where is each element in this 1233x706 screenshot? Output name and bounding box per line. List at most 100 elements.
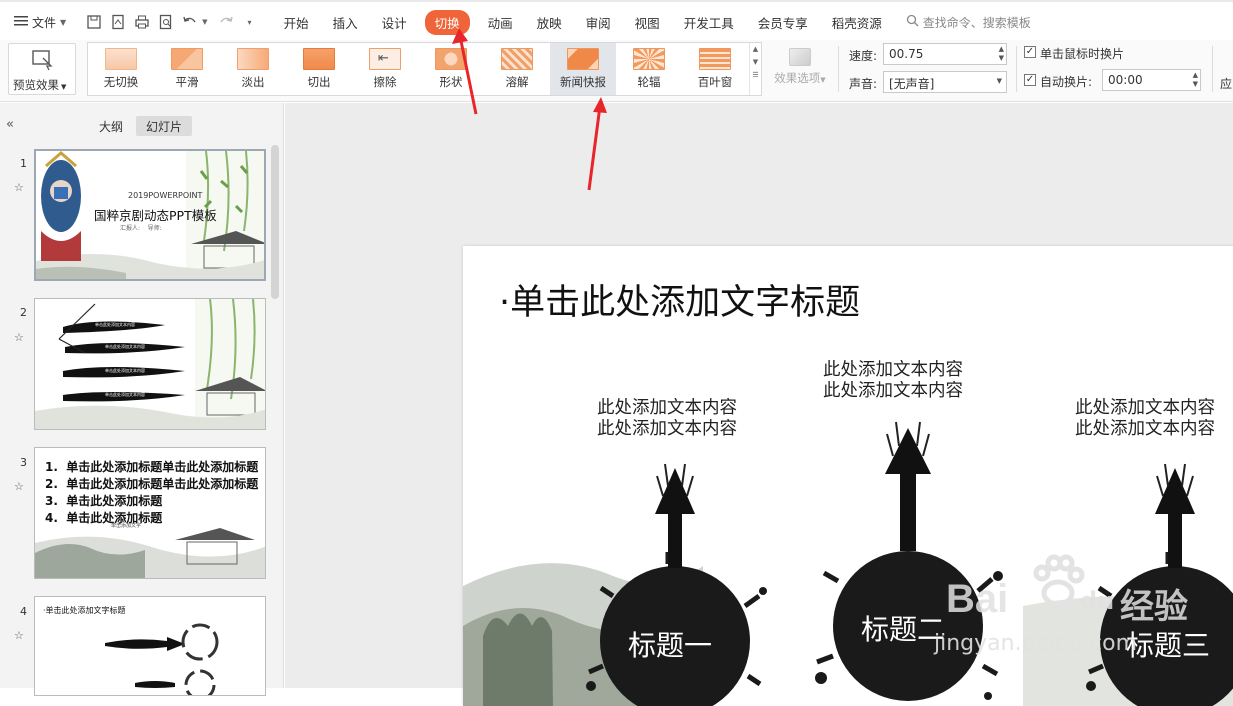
- menu-view[interactable]: 视图: [635, 13, 660, 32]
- gallery-scroll[interactable]: ▲ ▼ ☰: [749, 43, 761, 95]
- undo-icon[interactable]: [178, 10, 202, 34]
- menu-slideshow[interactable]: 放映: [537, 13, 562, 32]
- search-placeholder: 查找命令、搜索模板: [922, 15, 1031, 30]
- menu-member[interactable]: 会员专享: [758, 13, 808, 32]
- transition-fade[interactable]: 淡出: [220, 43, 286, 95]
- tab-outline[interactable]: 大纲: [89, 116, 133, 136]
- auto-advance-time-input[interactable]: 00:00 ▲ ▼: [1102, 69, 1201, 91]
- slide-thumbnail-1[interactable]: 2019POWERPOINT 国粹京剧动态PPT模板 汇报人: 导师:: [34, 149, 266, 281]
- chevron-down-icon: ▼: [60, 17, 67, 27]
- file-menu[interactable]: 文件 ▼: [14, 14, 66, 31]
- text-box-1[interactable]: 此处添加文本内容 此处添加文本内容: [597, 398, 737, 440]
- effect-options-icon: [789, 48, 811, 66]
- time-stepper-icon[interactable]: ▲ ▼: [1193, 71, 1198, 89]
- thumbnail-list-item: 3. 单击此处添加标题: [45, 494, 163, 508]
- transition-dissolve[interactable]: 溶解: [484, 43, 550, 95]
- command-search[interactable]: 查找命令、搜索模板: [906, 14, 1031, 31]
- transition-wheel[interactable]: 轮辐: [616, 43, 682, 95]
- panel-scrollbar[interactable]: [271, 145, 279, 299]
- effect-options-button[interactable]: 效果选项▼: [770, 46, 830, 92]
- transition-newsflash[interactable]: 新闻快报: [550, 43, 616, 95]
- menu-docer[interactable]: 稻壳资源: [832, 13, 882, 32]
- file-menu-label: 文件: [32, 15, 57, 30]
- sound-value: [无声音]: [889, 77, 935, 91]
- slide-number: 4: [20, 605, 27, 618]
- text-box-3[interactable]: 此处添加文本内容 此处添加文本内容: [1075, 398, 1215, 440]
- thumbnail-list-item: 1. 单击此处添加标题单击此处添加标题: [45, 460, 259, 474]
- transition-cut[interactable]: 切出: [286, 43, 352, 95]
- transition-shape-thumb: [435, 48, 467, 70]
- slide-thumbnail-3[interactable]: 1. 单击此处添加标题单击此处添加标题 2. 单击此处添加标题单击此处添加标题 …: [34, 447, 266, 579]
- speed-stepper-icon[interactable]: ▲ ▼: [999, 45, 1004, 63]
- menu-developer[interactable]: 开发工具: [684, 13, 734, 32]
- transition-blinds-thumb: [699, 48, 731, 70]
- gallery-down-icon[interactable]: ▼: [750, 56, 761, 69]
- preview-effect-button[interactable]: 预览效果 ▼: [8, 43, 76, 95]
- slide-title[interactable]: ·单击此处添加文字标题: [499, 274, 860, 325]
- transition-label: 百叶窗: [697, 75, 733, 89]
- speed-label: 速度:: [849, 49, 878, 63]
- ribbon-separator: [1212, 46, 1213, 92]
- save-icon[interactable]: [82, 10, 106, 34]
- speed-input[interactable]: 00.75 ▲ ▼: [883, 43, 1007, 65]
- redo-icon[interactable]: [214, 10, 238, 34]
- watermark-du: du: [1080, 587, 1115, 615]
- apply-to-all-button[interactable]: 应: [1220, 75, 1232, 92]
- print-icon[interactable]: [130, 10, 154, 34]
- slide-number: 1: [20, 157, 27, 170]
- menu-transitions[interactable]: 切换: [424, 9, 470, 35]
- slide-number: 2: [20, 306, 27, 319]
- transition-label: 轮辐: [637, 75, 661, 89]
- transition-none[interactable]: 无切换: [88, 43, 154, 95]
- auto-advance-value: 00:00: [1108, 73, 1143, 87]
- main-menu: 开始 插入 设计 切换 动画 放映 审阅 视图 开发工具 会员专享 稻壳资源: [272, 9, 894, 35]
- thumbnail-list-item: 4. 单击此处添加标题: [45, 511, 163, 525]
- collapse-panel-icon[interactable]: «: [6, 117, 14, 132]
- transition-newsflash-thumb: [567, 48, 599, 70]
- watermark-brand-cn: 经验: [1120, 587, 1188, 627]
- menu-bar: 文件 ▼ ▼ ▾ 开始 插入 设计 切换 动画 放映 审阅 视图 开发工具 会员…: [0, 0, 1233, 42]
- transition-fade-thumb: [237, 48, 269, 70]
- ink-title-1[interactable]: 标题一: [628, 624, 712, 664]
- transition-label: 形状: [439, 75, 463, 89]
- menu-review[interactable]: 审阅: [586, 13, 611, 32]
- transition-label: 切出: [307, 75, 331, 89]
- transition-wipe[interactable]: ⇤ 擦除: [352, 43, 418, 95]
- menu-home[interactable]: 开始: [284, 13, 309, 32]
- slide-thumbnail-2[interactable]: 单击此处添加文本内容 单击此处添加文本内容 单击此处添加文本内容 单击此处添加文…: [34, 298, 266, 430]
- text-box-2[interactable]: 此处添加文本内容 此处添加文本内容: [823, 360, 963, 402]
- tab-slides[interactable]: 幻灯片: [136, 116, 193, 136]
- sound-label: 声音:: [849, 77, 878, 91]
- thumbnail-small-text: 单击添加文字: [111, 523, 142, 529]
- paw-logo-icon: [1033, 554, 1085, 607]
- sound-select[interactable]: [无声音] ▼: [883, 71, 1007, 93]
- transition-blinds[interactable]: 百叶窗: [682, 43, 748, 95]
- transition-label: 淡出: [241, 75, 265, 89]
- thumbnail-line: 单击此处添加文本内容: [105, 344, 145, 349]
- on-click-checkbox[interactable]: ✓: [1024, 46, 1036, 58]
- menu-design[interactable]: 设计: [382, 13, 407, 32]
- menu-animation[interactable]: 动画: [488, 13, 513, 32]
- animation-star-icon: ☆: [14, 181, 24, 194]
- transition-gallery: 无切换 平滑 淡出 切出 ⇤ 擦除 形状 溶解 新闻快报 轮辐 百叶窗 ▲ ▼ …: [87, 42, 762, 96]
- text-line: 此处添加文本内容: [823, 381, 963, 401]
- transition-shape[interactable]: 形状: [418, 43, 484, 95]
- effect-options-label: 效果选项▼: [774, 71, 826, 85]
- auto-advance-checkbox[interactable]: ✓: [1024, 74, 1036, 86]
- preview-effect-label: 预览效果 ▼: [13, 78, 67, 92]
- thumbnail-title: 国粹京剧动态PPT模板: [94, 208, 217, 223]
- auto-advance-label: 自动换片:: [1040, 75, 1093, 89]
- watermark-brand: Bai: [946, 577, 1009, 621]
- gallery-up-icon[interactable]: ▲: [750, 43, 761, 56]
- transition-smooth[interactable]: 平滑: [154, 43, 220, 95]
- menu-insert[interactable]: 插入: [333, 13, 358, 32]
- transition-none-thumb: [105, 48, 137, 70]
- undo-dropdown-icon[interactable]: ▼: [202, 18, 207, 26]
- slide-thumbnail-4[interactable]: ·单击此处添加文字标题: [34, 596, 266, 696]
- print-preview-icon[interactable]: [154, 10, 178, 34]
- gallery-more-icon[interactable]: ☰: [750, 69, 761, 82]
- thumbnail-list-item: 2. 单击此处添加标题单击此处添加标题: [45, 477, 259, 491]
- text-line: 此处添加文本内容: [597, 419, 737, 439]
- export-pdf-icon[interactable]: [106, 10, 130, 34]
- customize-toolbar-icon[interactable]: ▾: [238, 10, 262, 34]
